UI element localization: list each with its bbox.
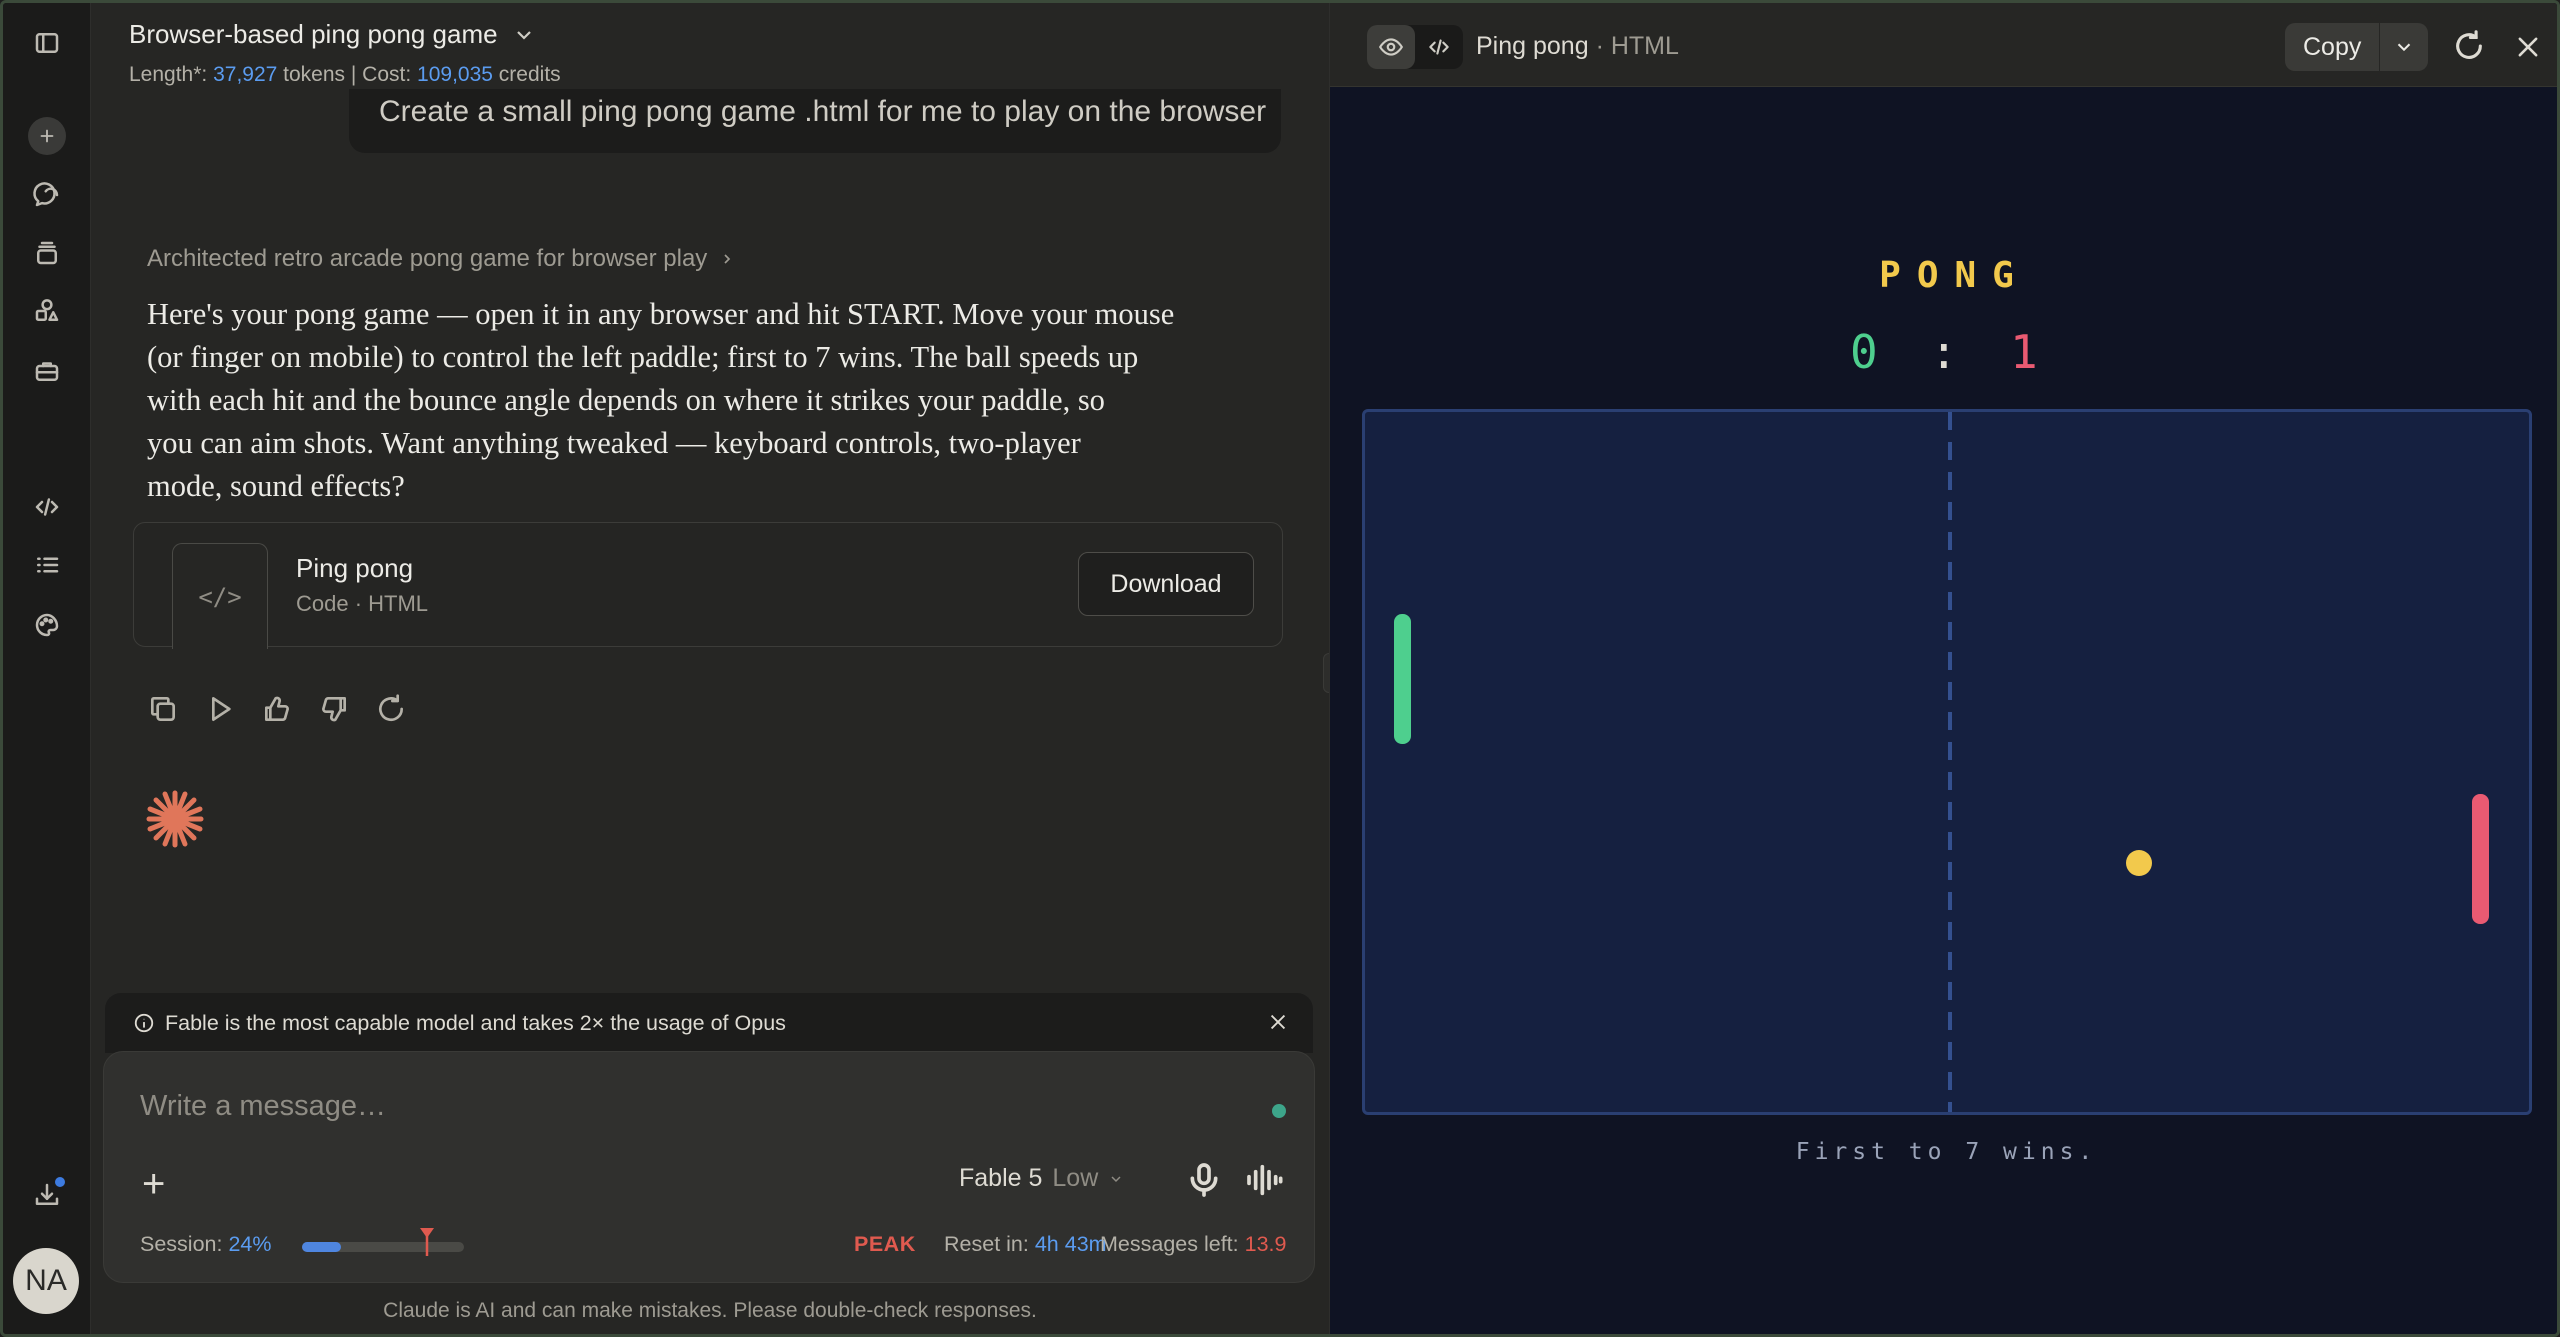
session-label: Session: xyxy=(140,1232,223,1256)
reply-line: mode, sound effects? xyxy=(147,469,405,503)
chevron-down-icon xyxy=(1111,1175,1121,1182)
user-message: Create a small ping pong game .html for … xyxy=(349,89,1281,153)
limit-marker-icon xyxy=(420,1228,434,1256)
session-progress-bar xyxy=(302,1228,464,1256)
notification-badge xyxy=(53,1175,67,1189)
length-label: Length*: xyxy=(129,63,208,86)
download-icon[interactable] xyxy=(29,1175,67,1213)
info-icon xyxy=(134,1013,154,1033)
download-button[interactable]: Download xyxy=(1078,552,1254,616)
close-icon[interactable] xyxy=(1267,1011,1289,1033)
reply-line: you can aim shots. Want anything tweaked… xyxy=(147,426,1081,460)
refresh-icon[interactable] xyxy=(2452,29,2486,63)
thumbs-up-icon[interactable] xyxy=(261,693,293,725)
score-left: 0 xyxy=(1850,325,1878,379)
chat-title: Browser-based ping pong game xyxy=(129,19,498,49)
credits-suffix: credits xyxy=(498,63,561,86)
message-actions xyxy=(147,693,407,725)
reset-label: Reset in: xyxy=(944,1232,1029,1256)
session-usage: Session: 24% xyxy=(140,1232,272,1257)
chats-icon[interactable] xyxy=(29,177,65,213)
peak-badge: PEAK xyxy=(854,1232,916,1256)
effort-level: Low xyxy=(1052,1164,1099,1192)
add-attachment-button[interactable]: + xyxy=(142,1164,165,1204)
reply-line: with each hit and the bounce angle depen… xyxy=(147,383,1105,417)
retry-icon[interactable] xyxy=(375,693,407,725)
score-separator: : xyxy=(1930,325,1958,379)
artifacts-icon[interactable] xyxy=(29,293,65,329)
artifact-panel-title: Ping pong · HTML xyxy=(1476,32,1679,61)
reset-timer: Reset in: 4h 43m xyxy=(944,1232,1107,1257)
reply-line: Here's your pong game — open it in any b… xyxy=(147,297,1175,331)
copy-options-chevron-icon[interactable] xyxy=(2380,23,2428,71)
artifact-toolbar: Ping pong · HTML Copy xyxy=(1330,3,2557,87)
reset-value: 4h 43m xyxy=(1034,1232,1107,1256)
projects-icon[interactable] xyxy=(29,235,65,271)
status-dot xyxy=(1272,1104,1286,1118)
artifact-card[interactable]: </> Ping pong Code · HTML Download xyxy=(133,522,1283,649)
chevron-right-icon xyxy=(724,254,731,264)
code-view-icon[interactable] xyxy=(1415,25,1463,69)
thinking-summary[interactable]: Architected retro arcade pong game for b… xyxy=(147,245,735,273)
assistant-reply: Here's your pong game — open it in any b… xyxy=(147,293,1327,508)
composer: + Fable 5 Low Session: 24% xyxy=(103,1051,1315,1283)
center-net xyxy=(1948,412,1952,1112)
voice-mode-icon[interactable] xyxy=(1242,1160,1286,1200)
close-panel-icon[interactable] xyxy=(2514,33,2542,61)
claude-spark-icon xyxy=(146,790,204,848)
app-window: NA Browser-based ping pong game Length*:… xyxy=(0,0,2560,1337)
artifact-name: Ping pong xyxy=(296,553,414,583)
credit-count: 109,035 xyxy=(417,63,493,86)
game-title: PONG xyxy=(1879,255,2030,296)
messages-left-value: 13.9 xyxy=(1244,1232,1287,1256)
palette-icon[interactable] xyxy=(29,607,65,643)
copy-icon[interactable] xyxy=(147,693,179,725)
code-file-icon: </> xyxy=(172,543,268,649)
thumbs-down-icon[interactable] xyxy=(318,693,350,725)
view-toggle xyxy=(1367,25,1463,69)
preview-eye-icon[interactable] xyxy=(1367,25,1415,69)
cpu-paddle xyxy=(2472,794,2489,924)
reply-line: (or finger on mobile) to control the lef… xyxy=(147,340,1139,374)
thinking-summary-text: Architected retro arcade pong game for b… xyxy=(147,245,708,272)
score-right: 1 xyxy=(2010,325,2038,379)
session-progress-fill xyxy=(302,1242,341,1252)
artifact-type: Code · HTML xyxy=(296,591,429,616)
tokens-suffix: tokens | Cost: xyxy=(283,63,412,86)
token-count: 37,927 xyxy=(213,63,278,86)
game-footer: First to 7 wins. xyxy=(1795,1139,2098,1165)
artifact-title: Ping pong xyxy=(1476,32,1589,60)
copy-button-group: Copy xyxy=(2285,23,2429,71)
new-chat-icon[interactable] xyxy=(28,117,66,155)
chat-title-menu[interactable]: Browser-based ping pong game xyxy=(129,19,536,50)
tasks-icon[interactable] xyxy=(29,547,65,583)
artifact-panel: Ping pong · HTML Copy PONG 0 : 1 First t… xyxy=(1329,3,2557,1334)
microphone-icon[interactable] xyxy=(1184,1160,1224,1200)
model-selector[interactable]: Fable 5 Low xyxy=(959,1164,1124,1193)
game-court[interactable] xyxy=(1362,409,2532,1115)
code-icon[interactable] xyxy=(29,489,65,525)
chat-column: Browser-based ping pong game Length*: 37… xyxy=(91,3,1329,1334)
player-paddle[interactable] xyxy=(1394,614,1411,744)
sidebar-toggle-icon[interactable] xyxy=(29,25,65,61)
artifact-subtitle: · HTML xyxy=(1595,32,1679,60)
model-notice: Fable is the most capable model and take… xyxy=(105,993,1313,1053)
chevron-down-icon xyxy=(516,30,531,40)
notice-text: Fable is the most capable model and take… xyxy=(165,1010,786,1035)
left-rail: NA xyxy=(3,3,91,1334)
model-name: Fable 5 xyxy=(959,1164,1043,1192)
disclaimer: Claude is AI and can make mistakes. Plea… xyxy=(383,1299,1037,1322)
avatar[interactable]: NA xyxy=(13,1248,79,1314)
message-input[interactable] xyxy=(140,1090,1140,1123)
ball xyxy=(2126,850,2152,876)
play-icon[interactable] xyxy=(204,693,236,725)
messages-left-label: Messages left: xyxy=(1100,1232,1239,1256)
briefcase-icon[interactable] xyxy=(29,353,65,389)
conversation-meta: Length*: 37,927 tokens | Cost: 109,035 c… xyxy=(129,63,561,87)
messages-left: Messages left: 13.9 xyxy=(1100,1232,1286,1257)
session-percent: 24% xyxy=(228,1232,272,1256)
copy-button[interactable]: Copy xyxy=(2285,23,2381,71)
